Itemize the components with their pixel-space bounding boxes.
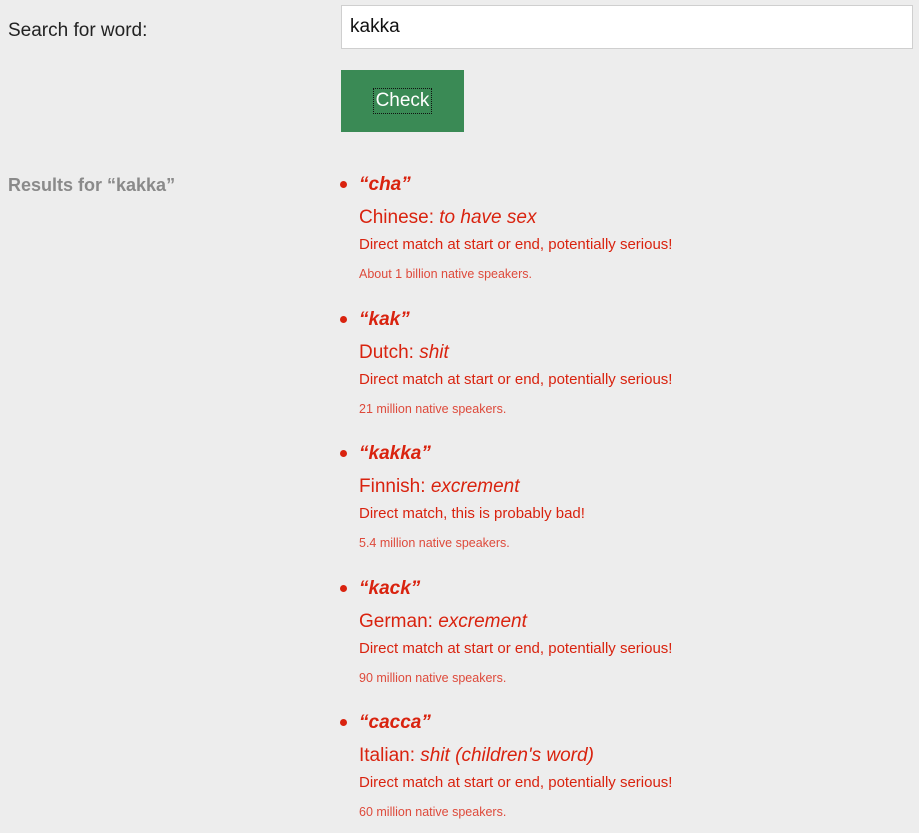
result-item: “kakka” Finnish: excrement Direct match,… xyxy=(337,439,897,574)
check-button[interactable]: Check xyxy=(341,70,464,132)
bullet-icon xyxy=(340,315,347,323)
bullet-icon xyxy=(340,181,347,188)
result-language: Chinese: xyxy=(359,207,440,228)
result-word: “cha” xyxy=(359,174,411,195)
result-match-note: Direct match at start or end, potentiall… xyxy=(359,370,673,388)
result-item: “cha” Chinese: to have sex Direct match … xyxy=(337,170,897,305)
result-match-note: Direct match at start or end, potentiall… xyxy=(359,774,673,791)
result-language: Dutch: xyxy=(359,341,420,363)
result-speakers: 90 million native speakers. xyxy=(359,670,507,685)
bullet-icon xyxy=(340,450,347,457)
search-input[interactable] xyxy=(341,5,913,49)
result-meaning: excrement xyxy=(438,610,527,632)
results-list: “cha” Chinese: to have sex Direct match … xyxy=(337,170,897,833)
result-match-note: Direct match at start or end, potentiall… xyxy=(359,639,673,657)
result-speakers: 60 million native speakers. xyxy=(359,805,507,819)
result-word: “cacca” xyxy=(359,712,431,733)
bullet-icon xyxy=(340,719,347,726)
result-meaning: shit xyxy=(419,341,449,363)
result-meaning: excrement xyxy=(430,476,520,497)
result-word: “kak” xyxy=(359,308,410,330)
check-button-label: Check xyxy=(372,88,433,114)
result-item: “cacca” Italian: shit (children's word) … xyxy=(337,708,897,833)
result-match-note: Direct match, this is probably bad! xyxy=(359,505,585,522)
result-language-line: German: excrement xyxy=(359,611,897,633)
result-match-note: Direct match at start or end, potentiall… xyxy=(359,236,673,253)
results-heading: Results for “kakka” xyxy=(8,175,176,195)
result-speakers: 21 million native speakers. xyxy=(359,401,507,416)
result-language-line: Dutch: shit xyxy=(359,342,897,364)
result-language: Italian: xyxy=(359,745,421,766)
search-label: Search for word: xyxy=(8,20,148,41)
result-speakers: About 1 billion native speakers. xyxy=(359,267,533,281)
result-item: “kak” Dutch: shit Direct match at start … xyxy=(337,305,897,440)
result-word: “kakka” xyxy=(359,443,431,464)
result-item: “kack” German: excrement Direct match at… xyxy=(337,574,897,709)
result-language: Finnish: xyxy=(359,476,431,497)
result-meaning: shit (children's word) xyxy=(420,745,594,766)
page: Search for word: Check Results for “kakk… xyxy=(0,0,919,833)
result-meaning: to have sex xyxy=(439,207,537,228)
bullet-icon xyxy=(340,584,347,592)
result-speakers: 5.4 million native speakers. xyxy=(359,536,510,550)
result-language-line: Chinese: to have sex xyxy=(359,207,897,229)
result-language: German: xyxy=(359,610,439,632)
result-language-line: Italian: shit (children's word) xyxy=(359,745,897,767)
result-language-line: Finnish: excrement xyxy=(359,476,897,498)
result-word: “kack” xyxy=(359,577,421,599)
